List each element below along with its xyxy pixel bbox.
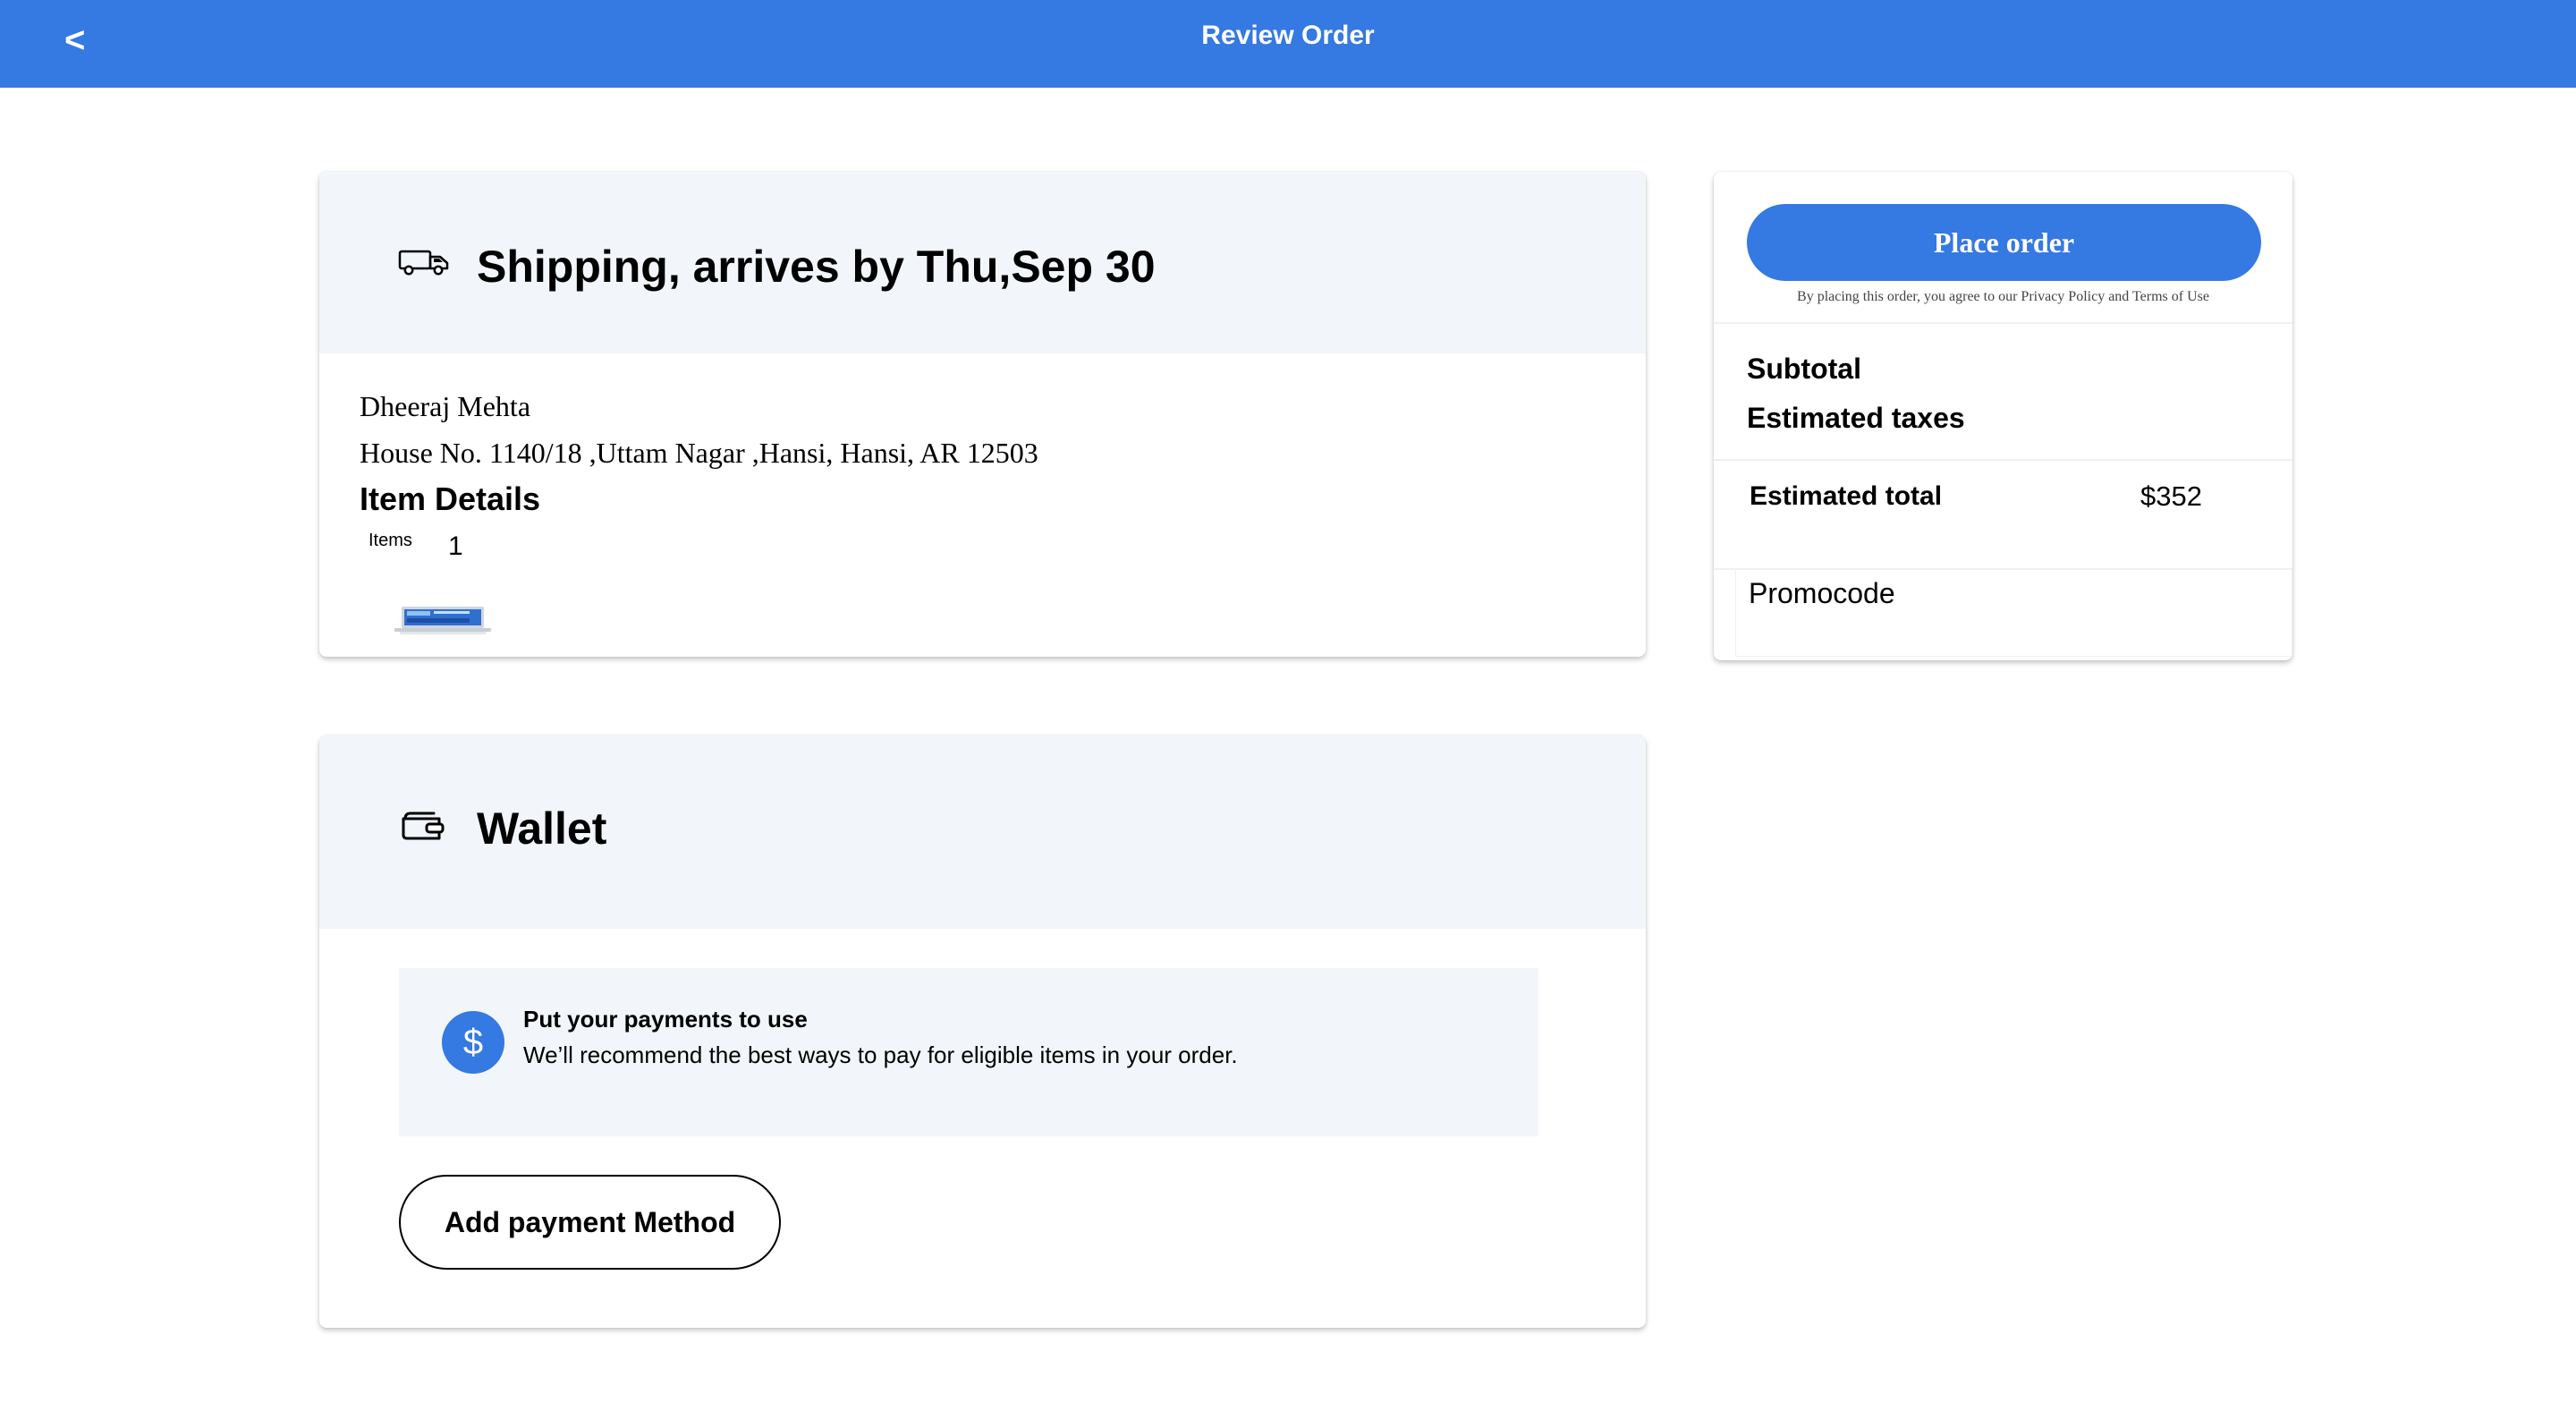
items-count: 1 xyxy=(448,531,463,561)
recipient-name: Dheeraj Mehta xyxy=(360,390,531,422)
divider xyxy=(1714,322,2292,324)
info-description: We’ll recommend the best ways to pay for… xyxy=(523,1041,1238,1068)
promocode-label: Promocode xyxy=(1749,577,1895,609)
info-title: Put your payments to use xyxy=(523,1006,808,1033)
shipping-header: Shipping, arrives by Thu,Sep 30 xyxy=(319,172,1646,353)
payments-info-box: $ Put your payments to use We’ll recomme… xyxy=(399,968,1538,1136)
item-thumbnail[interactable] xyxy=(393,603,493,639)
order-disclaimer: By placing this order, you agree to our … xyxy=(1797,289,2209,304)
subtotal-label: Subtotal xyxy=(1747,353,1861,385)
wallet-icon xyxy=(400,811,446,847)
order-summary-card: Place order By placing this order, you a… xyxy=(1714,172,2292,660)
wallet-card: Wallet $ Put your payments to use We’ll … xyxy=(319,735,1646,1328)
wallet-header: Wallet xyxy=(319,735,1646,929)
place-order-button[interactable]: Place order xyxy=(1747,204,2261,281)
top-bar: < Review Order xyxy=(0,0,2576,88)
divider xyxy=(1714,459,2292,461)
shipping-address: House No. 1140/18 ,Uttam Nagar ,Hansi, H… xyxy=(360,437,1038,469)
wallet-title: Wallet xyxy=(477,803,607,854)
dollar-icon: $ xyxy=(442,1011,504,1074)
estimated-total-label: Estimated total xyxy=(1750,481,1943,511)
items-label: Items xyxy=(369,531,412,550)
estimated-total-value: $352 xyxy=(2140,480,2202,512)
item-details-heading: Item Details xyxy=(360,480,541,517)
shipping-card: Shipping, arrives by Thu,Sep 30 Dheeraj … xyxy=(319,172,1646,657)
shipping-title: Shipping, arrives by Thu,Sep 30 xyxy=(477,242,1156,292)
promocode-field[interactable]: Promocode xyxy=(1735,569,2292,657)
page-title: Review Order xyxy=(1201,21,1375,50)
estimated-taxes-label: Estimated taxes xyxy=(1747,402,1965,434)
add-payment-method-button[interactable]: Add payment Method xyxy=(399,1175,781,1270)
truck-icon xyxy=(398,249,450,280)
